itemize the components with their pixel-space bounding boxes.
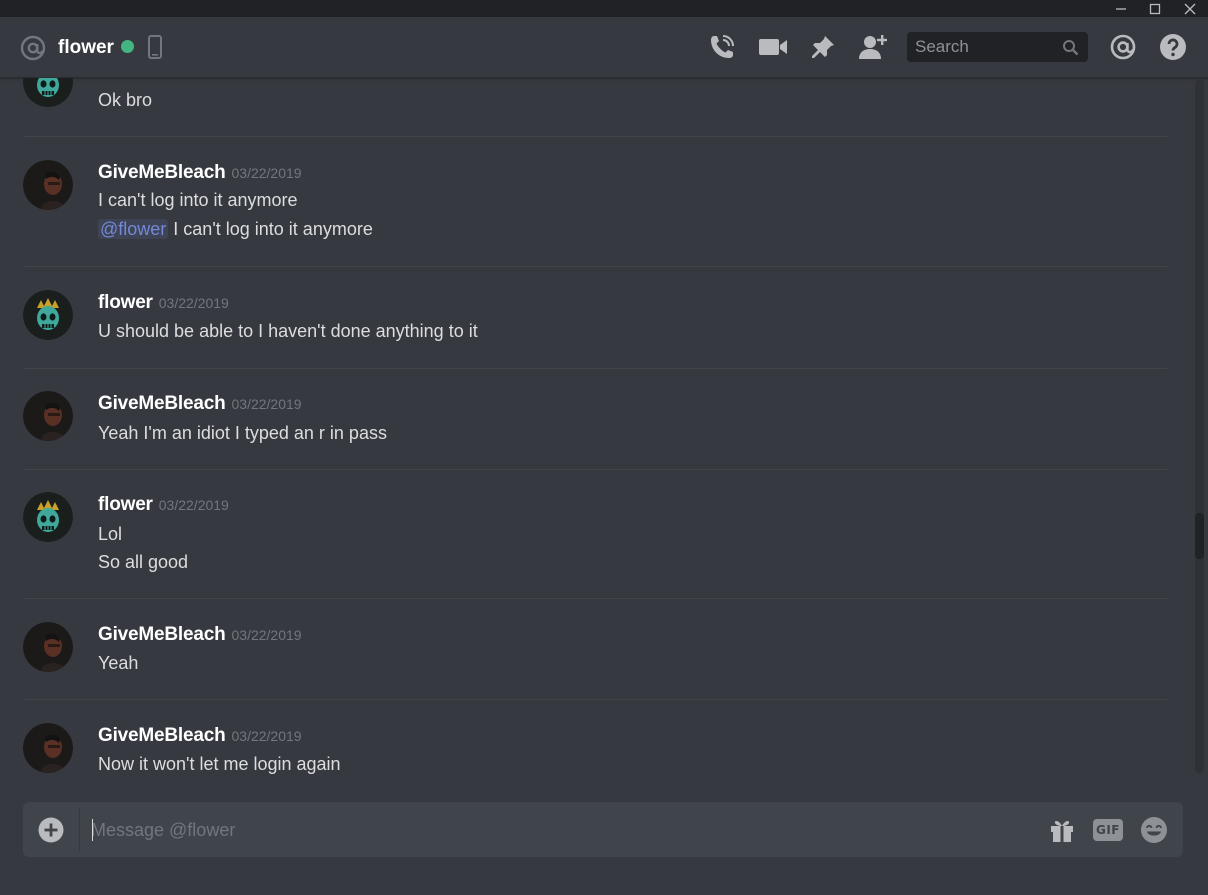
message-author[interactable]: GiveMeBleach 03/22/2019 xyxy=(98,161,302,185)
author-name[interactable]: flower xyxy=(98,292,153,313)
window-titlebar xyxy=(0,0,1208,17)
message-text: Yeah I'm an idiot I typed an r in pass xyxy=(98,423,387,443)
message-text: U should be able to I haven't done anyth… xyxy=(98,321,478,341)
message-author[interactable]: GiveMeBleach 03/22/2019 xyxy=(98,623,302,647)
scrollbar-track[interactable] xyxy=(1195,80,1204,773)
message-author[interactable]: GiveMeBleach 03/22/2019 xyxy=(98,392,302,416)
at-icon xyxy=(19,34,47,62)
message-input[interactable] xyxy=(91,814,1031,846)
message-text: Now it won't let me login again xyxy=(98,754,341,774)
message-text: Lol xyxy=(98,524,123,544)
gift-icon[interactable] xyxy=(1047,815,1077,845)
message-text: Yeah xyxy=(98,653,139,673)
message-divider xyxy=(23,469,1167,470)
call-icon[interactable] xyxy=(707,32,737,62)
message-text: Ok bro xyxy=(98,90,153,110)
message-text: So all good xyxy=(98,552,189,572)
avatar[interactable] xyxy=(23,290,73,340)
avatar[interactable] xyxy=(23,160,73,210)
message-divider xyxy=(23,699,1167,700)
mobile-icon xyxy=(146,35,164,59)
message-divider xyxy=(23,136,1167,137)
message-timestamp: 03/22/2019 xyxy=(231,396,302,412)
gif-icon[interactable]: GIF xyxy=(1093,815,1123,845)
message-author[interactable]: flower 03/22/2019 xyxy=(98,493,229,517)
mention-icon[interactable] xyxy=(1108,32,1138,62)
message-timestamp: 03/22/2019 xyxy=(231,627,302,643)
message-divider xyxy=(23,368,1167,369)
avatar[interactable] xyxy=(23,723,73,773)
author-name[interactable]: GiveMeBleach xyxy=(98,725,226,746)
message-timestamp: 03/22/2019 xyxy=(158,295,229,311)
message-composer: GIF xyxy=(23,802,1183,857)
message-author[interactable]: GiveMeBleach 03/22/2019 xyxy=(98,724,302,748)
online-status-dot xyxy=(121,40,134,53)
avatar[interactable] xyxy=(23,391,73,441)
user-mention[interactable]: @flower xyxy=(98,219,169,239)
message-timestamp: 03/22/2019 xyxy=(231,165,302,181)
author-name[interactable]: flower xyxy=(98,494,153,515)
maximize-icon[interactable] xyxy=(1140,0,1170,17)
message-text: I can't log into it anymore xyxy=(98,190,298,210)
minimize-icon[interactable] xyxy=(1106,0,1136,17)
message-timestamp: 03/22/2019 xyxy=(158,497,229,513)
video-icon[interactable] xyxy=(758,32,788,62)
emoji-icon[interactable] xyxy=(1139,815,1169,845)
add-friend-icon[interactable] xyxy=(858,32,888,62)
search-icon[interactable] xyxy=(1062,39,1079,56)
search-box[interactable] xyxy=(907,32,1088,62)
close-icon[interactable] xyxy=(1175,0,1205,17)
message-text: @flower I can't log into it anymore xyxy=(98,217,373,241)
message-divider xyxy=(23,266,1167,267)
text-caret xyxy=(92,819,93,841)
avatar[interactable] xyxy=(23,492,73,542)
channel-header: flower xyxy=(0,17,1208,78)
search-input[interactable] xyxy=(915,32,1055,62)
message-timestamp: 03/22/2019 xyxy=(231,728,302,744)
mention-line-text: I can't log into it anymore xyxy=(168,219,373,239)
gif-label: GIF xyxy=(1093,819,1123,841)
author-name[interactable]: GiveMeBleach xyxy=(98,393,226,414)
channel-name: flower xyxy=(58,37,114,58)
composer-divider xyxy=(79,808,80,851)
scrollbar-thumb[interactable] xyxy=(1195,513,1204,559)
author-name[interactable]: GiveMeBleach xyxy=(98,624,226,645)
add-file-icon[interactable] xyxy=(38,817,64,843)
message-divider xyxy=(23,598,1167,599)
author-name[interactable]: GiveMeBleach xyxy=(98,162,226,183)
avatar[interactable] xyxy=(23,78,73,107)
message-list[interactable]: Ok bro GiveMeBleach 03/22/2019 I can't lo… xyxy=(0,78,1194,775)
help-icon[interactable] xyxy=(1158,32,1188,62)
pin-icon[interactable] xyxy=(808,32,838,62)
avatar[interactable] xyxy=(23,622,73,672)
message-author[interactable]: flower 03/22/2019 xyxy=(98,291,229,315)
